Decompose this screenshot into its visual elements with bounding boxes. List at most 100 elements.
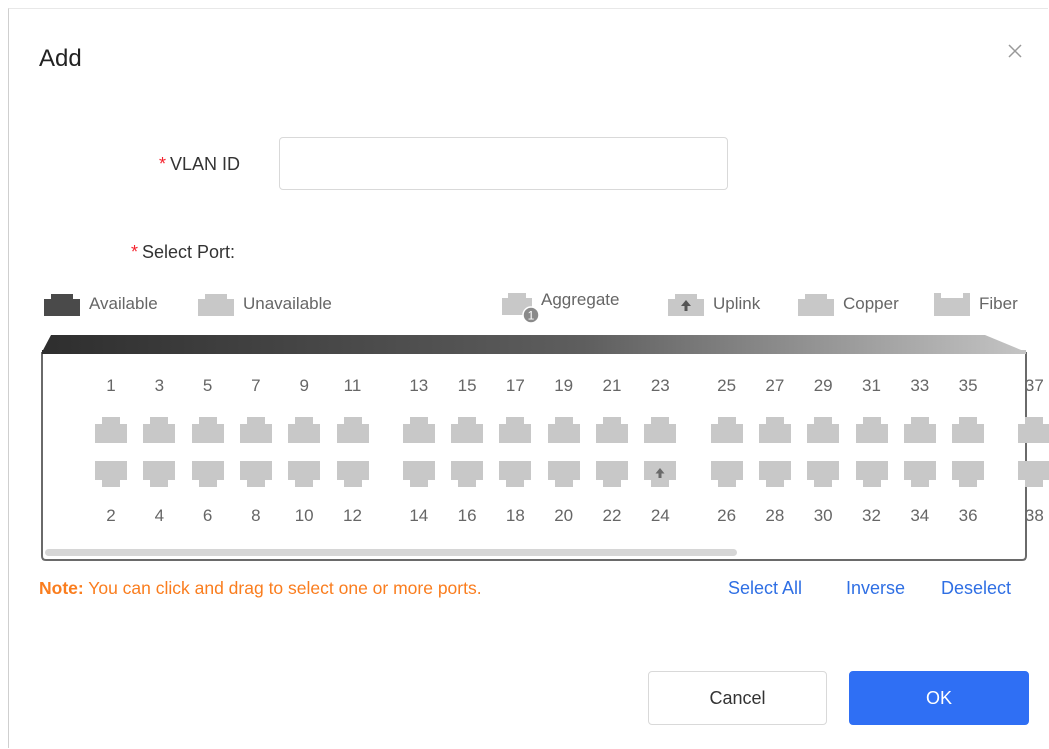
port-number: 20 — [554, 506, 574, 525]
port-number: 5 — [202, 376, 213, 395]
port-number: 31 — [862, 376, 881, 395]
port-number: 32 — [862, 506, 881, 525]
port-22-icon[interactable] — [595, 460, 629, 488]
port-10-icon[interactable] — [287, 460, 321, 488]
port-5-icon[interactable] — [191, 416, 225, 444]
note-prefix: Note: — [39, 578, 84, 598]
port-31-icon[interactable] — [855, 416, 889, 444]
port-9-icon[interactable] — [287, 416, 321, 444]
port-3-icon[interactable] — [142, 416, 176, 444]
legend-uplink: Uplink — [667, 292, 760, 316]
port-2-icon[interactable] — [94, 460, 128, 488]
port-20-icon[interactable] — [547, 460, 581, 488]
copper-port-icon — [798, 294, 834, 316]
port-number: 17 — [505, 376, 525, 395]
port-number: 35 — [958, 376, 978, 395]
port-number: 14 — [409, 506, 429, 525]
port-8-icon[interactable] — [239, 460, 273, 488]
note-body: You can click and drag to select one or … — [83, 578, 482, 598]
select-port-label: * Select Port: — [131, 242, 235, 263]
aggregate-port-icon: 1 — [502, 293, 540, 324]
port-11-icon[interactable] — [336, 416, 370, 444]
port-6-icon[interactable] — [191, 460, 225, 488]
port-12-icon[interactable] — [336, 460, 370, 488]
port-36-icon[interactable] — [951, 460, 985, 488]
note-text: Note: You can click and drag to select o… — [39, 578, 482, 599]
port-19-icon[interactable] — [547, 416, 581, 444]
cancel-button[interactable]: Cancel — [648, 671, 827, 725]
port-number: 34 — [910, 506, 930, 525]
port-number: 13 — [409, 376, 429, 395]
port-number: 7 — [251, 376, 261, 395]
inverse-link[interactable]: Inverse — [846, 578, 905, 599]
close-icon[interactable] — [1003, 39, 1027, 63]
port-number: 22 — [602, 506, 622, 525]
port-number: 33 — [910, 376, 930, 395]
port-number: 37 — [1024, 376, 1044, 395]
legend-unavailable: Unavailable — [197, 292, 332, 316]
vlan-id-input[interactable] — [279, 137, 728, 190]
vlan-id-label: * VLAN ID — [159, 154, 240, 175]
port-number: 11 — [343, 376, 362, 395]
port-34-icon[interactable] — [903, 460, 937, 488]
ok-button[interactable]: OK — [849, 671, 1029, 725]
port-number: 15 — [457, 376, 477, 395]
aggregate-badge: 1 — [528, 309, 535, 323]
port-37-icon[interactable] — [1017, 416, 1049, 444]
port-35-icon[interactable] — [951, 416, 985, 444]
port-number: 30 — [813, 506, 833, 525]
port-panel: 1 3 5 7 9 11 13 15 17 19 21 23 25 27 29 31 33 35 37 2 4 6 8 10 1… — [39, 332, 1049, 564]
horizontal-scrollbar[interactable] — [45, 549, 737, 556]
port-38-icon[interactable] — [1017, 460, 1049, 488]
uplink-port-icon — [668, 294, 704, 316]
port-14-icon[interactable] — [402, 460, 436, 488]
port-30-icon[interactable] — [806, 460, 840, 488]
port-29-icon[interactable] — [806, 416, 840, 444]
port-17-icon[interactable] — [498, 416, 532, 444]
legend-copper-label: Copper — [843, 294, 899, 313]
port-number: 38 — [1024, 506, 1044, 525]
switch-frame — [41, 335, 1027, 561]
port-number: 10 — [294, 506, 314, 525]
port-21-icon[interactable] — [595, 416, 629, 444]
legend-copper: Copper — [797, 292, 899, 316]
port-7-icon[interactable] — [239, 416, 273, 444]
port-16-icon[interactable] — [450, 460, 484, 488]
legend-available: Available — [43, 292, 158, 316]
vlan-id-label-text: VLAN ID — [170, 154, 241, 174]
port-number: 28 — [765, 506, 785, 525]
port-25-icon[interactable] — [710, 416, 744, 444]
port-number: 2 — [106, 506, 116, 525]
port-27-icon[interactable] — [758, 416, 792, 444]
port-number: 16 — [457, 506, 477, 525]
legend-available-label: Available — [89, 294, 158, 313]
select-all-link[interactable]: Select All — [728, 578, 802, 599]
port-23-icon[interactable] — [643, 416, 677, 444]
deselect-link[interactable]: Deselect — [941, 578, 1011, 599]
port-number: 1 — [106, 376, 116, 395]
port-33-icon[interactable] — [903, 416, 937, 444]
port-number: 6 — [202, 506, 213, 525]
port-number: 27 — [765, 376, 785, 395]
port-4-icon[interactable] — [142, 460, 176, 488]
available-port-icon — [44, 294, 80, 316]
legend-fiber-label: Fiber — [979, 294, 1018, 313]
legend-unavailable-label: Unavailable — [243, 294, 332, 313]
port-number: 36 — [958, 506, 978, 525]
unavailable-port-icon — [198, 294, 234, 316]
legend-uplink-label: Uplink — [713, 294, 761, 313]
port-1-icon[interactable] — [94, 416, 128, 444]
port-28-icon[interactable] — [758, 460, 792, 488]
port-15-icon[interactable] — [450, 416, 484, 444]
port-32-icon[interactable] — [855, 460, 889, 488]
port-number: 25 — [717, 376, 737, 395]
port-number: 26 — [717, 506, 737, 525]
fiber-port-icon — [934, 293, 970, 316]
port-13-icon[interactable] — [402, 416, 436, 444]
port-18-icon[interactable] — [498, 460, 532, 488]
port-number: 24 — [650, 506, 670, 525]
legend-aggregate: 1 Aggregate — [501, 290, 619, 324]
uplink-port-24-icon[interactable] — [643, 460, 677, 488]
port-26-icon[interactable] — [710, 460, 744, 488]
port-number: 4 — [154, 506, 165, 525]
